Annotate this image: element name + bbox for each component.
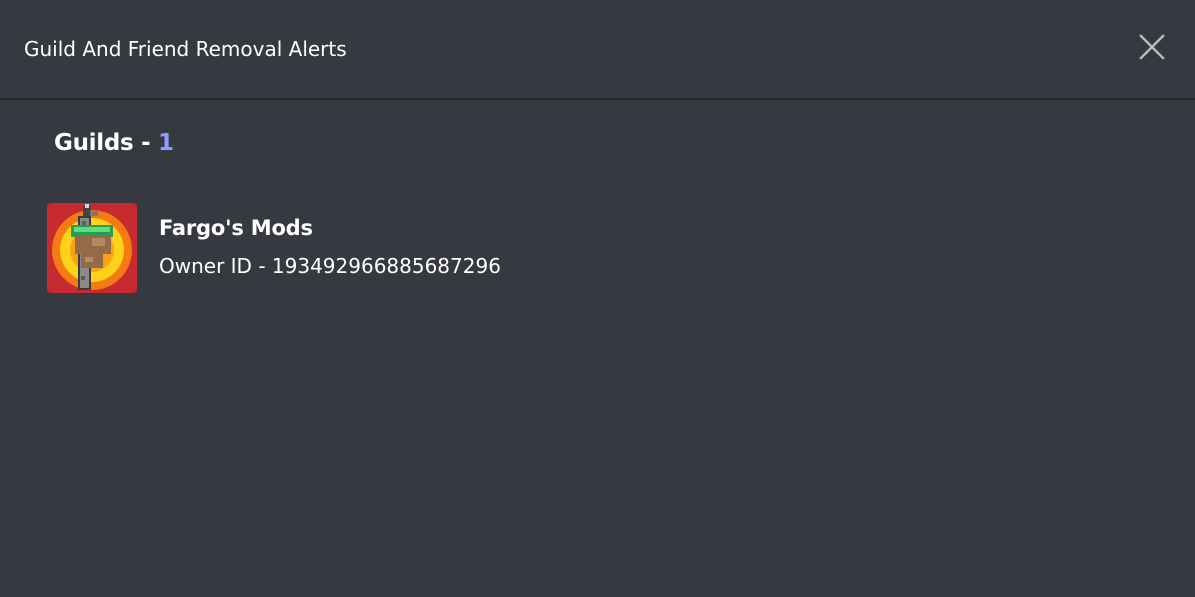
modal-content: Guilds - 1 Fargo's Mods Owner ID - 19349… xyxy=(0,100,1195,597)
removal-alerts-modal: Guild And Friend Removal Alerts Guilds -… xyxy=(0,0,1195,597)
guild-list-item[interactable]: Fargo's Mods Owner ID - 1934929668856872… xyxy=(47,203,547,293)
owner-label: Owner ID - xyxy=(159,254,272,278)
section-separator: - xyxy=(133,130,159,156)
modal-title: Guild And Friend Removal Alerts xyxy=(24,37,347,61)
guild-owner-id: Owner ID - 193492966885687296 xyxy=(159,252,501,280)
guild-name: Fargo's Mods xyxy=(159,216,313,240)
section-count: 1 xyxy=(158,130,174,156)
guilds-section-heading: Guilds - 1 xyxy=(54,127,174,159)
owner-id-value: 193492966885687296 xyxy=(271,254,501,278)
section-label: Guilds xyxy=(54,130,134,156)
modal-header: Guild And Friend Removal Alerts xyxy=(0,0,1195,99)
close-icon xyxy=(1139,34,1165,60)
close-button[interactable] xyxy=(1136,31,1168,63)
guild-avatar-icon xyxy=(47,203,137,293)
